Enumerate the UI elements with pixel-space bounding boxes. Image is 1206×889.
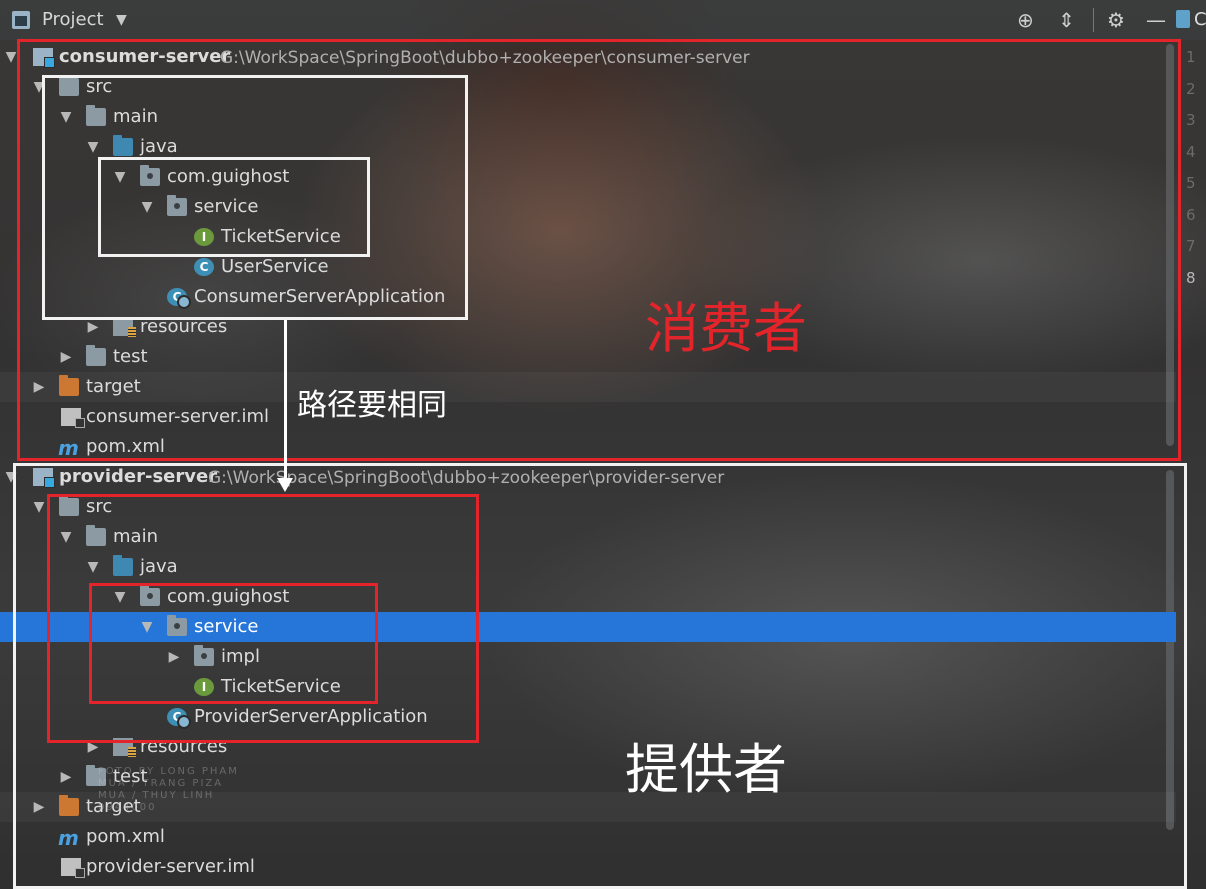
collapse-icon[interactable]: ⇕ — [1058, 8, 1075, 32]
provider-label: 提供者 — [625, 738, 787, 801]
minimize-icon[interactable]: — — [1146, 8, 1166, 32]
class-file-icon[interactable] — [1176, 10, 1190, 28]
line-number: 4 — [1186, 143, 1196, 161]
expand-arrow-icon[interactable]: ▼ — [4, 48, 18, 66]
project-toolbar: Project ▼ ⊕ ⇕ ⚙ — C — [0, 0, 1206, 40]
path-note: 路径要相同 — [297, 388, 447, 423]
provider-package-box — [89, 583, 378, 704]
consumer-package-box — [98, 157, 370, 257]
consumer-label: 消费者 — [645, 297, 807, 360]
line-number: 5 — [1186, 174, 1196, 192]
chevron-down-icon[interactable]: ▼ — [116, 12, 127, 28]
arrow-down-icon — [277, 478, 293, 492]
line-number: 3 — [1186, 111, 1196, 129]
line-number: 7 — [1186, 237, 1196, 255]
target-icon[interactable]: ⊕ — [1017, 8, 1034, 32]
editor-tab-label[interactable]: C — [1194, 9, 1206, 30]
line-number: 8 — [1186, 269, 1196, 287]
toolbar-divider — [1093, 8, 1094, 32]
connector-line — [284, 320, 287, 480]
gear-icon[interactable]: ⚙ — [1107, 8, 1125, 32]
line-number: 2 — [1186, 80, 1196, 98]
project-view-title[interactable]: Project — [42, 9, 104, 30]
line-number: 1 — [1186, 48, 1196, 66]
project-view-icon[interactable] — [12, 11, 30, 29]
line-number: 6 — [1186, 206, 1196, 224]
